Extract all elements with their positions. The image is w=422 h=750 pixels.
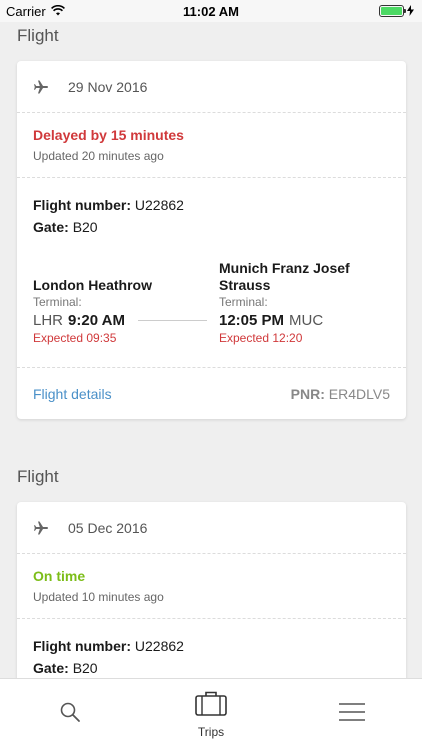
departure-time: 9:20 AM — [68, 312, 125, 329]
route-line — [137, 320, 207, 321]
flight-card: 05 Dec 2016 On time Updated 10 minutes a… — [17, 502, 406, 678]
search-icon[interactable] — [59, 701, 81, 728]
flight-details: Flight number: U22862 Gate: B20 — [17, 619, 406, 678]
pnr: PNR: ER4DLV5 — [291, 386, 390, 402]
gate-row: Gate: B20 — [33, 216, 390, 238]
tab-bar: Trips — [0, 678, 422, 750]
tab-trips[interactable]: Trips — [141, 679, 282, 750]
gate-label: Gate: — [33, 219, 69, 235]
flight-number-label: Flight number: — [33, 638, 131, 654]
airplane-icon — [33, 79, 49, 95]
gate-label: Gate: — [33, 660, 69, 676]
updated-time: Updated 10 minutes ago — [33, 590, 164, 604]
flight-number-label: Flight number: — [33, 197, 131, 213]
arrival-airport: Munich Franz Josef Strauss — [219, 260, 350, 293]
flight-card-header: 05 Dec 2016 — [17, 502, 406, 554]
pnr-value: ER4DLV5 — [328, 385, 390, 402]
wifi-icon — [50, 4, 65, 19]
flight-number-row: Flight number: U22862 — [33, 635, 390, 657]
departure: London Heathrow Terminal: LHR 9:20 AM Ex… — [33, 260, 219, 345]
flight-card-footer: Flight details PNR: ER4DLV5 — [17, 367, 406, 419]
arrival-expected: Expected 12:20 — [219, 331, 303, 345]
departure-terminal: Terminal: — [33, 295, 82, 309]
flight-status: On time — [33, 568, 86, 584]
tab-trips-label: Trips — [197, 725, 225, 739]
updated-time: Updated 20 minutes ago — [33, 149, 164, 163]
gate-value: B20 — [72, 660, 98, 676]
suitcase-icon — [195, 690, 227, 721]
flight-status: Delayed by 15 minutes — [33, 127, 184, 143]
tab-menu[interactable] — [281, 679, 422, 750]
flight-status-block: Delayed by 15 minutes Updated 20 minutes… — [17, 113, 406, 178]
flight-date: 05 Dec 2016 — [68, 519, 148, 536]
gate-value: B20 — [72, 219, 98, 235]
flight-details-link[interactable]: Flight details — [33, 386, 112, 402]
section-title: Flight — [17, 26, 59, 45]
status-bar: Carrier 11:02 AM — [0, 0, 422, 22]
flight-number-value: U22862 — [134, 638, 184, 654]
airplane-icon — [33, 520, 49, 536]
arrival-time: 12:05 PM — [219, 312, 285, 329]
flight-number-row: Flight number: U22862 — [33, 194, 390, 216]
arrival-code: MUC — [289, 312, 324, 329]
pnr-label: PNR: — [290, 385, 325, 402]
trip-content[interactable]: Flight 29 Nov 2016 Delayed by 15 minutes… — [0, 22, 422, 678]
departure-code: LHR — [33, 312, 64, 329]
tab-search[interactable] — [0, 679, 141, 750]
flight-card-header: 29 Nov 2016 — [17, 61, 406, 113]
flight-card: 29 Nov 2016 Delayed by 15 minutes Update… — [17, 61, 406, 419]
carrier-label: Carrier — [6, 3, 46, 19]
flight-status-block: On time Updated 10 minutes ago — [17, 554, 406, 619]
flight-details: Flight number: U22862 Gate: B20 London H… — [17, 178, 406, 359]
departure-airport: London Heathrow — [33, 277, 152, 293]
departure-expected: Expected 09:35 — [33, 331, 117, 345]
section-title: Flight — [17, 467, 59, 486]
menu-icon[interactable] — [338, 702, 366, 727]
charging-icon — [407, 4, 414, 19]
arrival: Munich Franz Josef Strauss Terminal: 12:… — [219, 260, 389, 345]
gate-row: Gate: B20 — [33, 657, 390, 678]
flight-date: 29 Nov 2016 — [68, 78, 148, 95]
arrival-terminal: Terminal: — [219, 295, 268, 309]
flight-number-value: U22862 — [134, 197, 184, 213]
battery-icon — [379, 5, 406, 17]
route: London Heathrow Terminal: LHR 9:20 AM Ex… — [33, 260, 390, 345]
